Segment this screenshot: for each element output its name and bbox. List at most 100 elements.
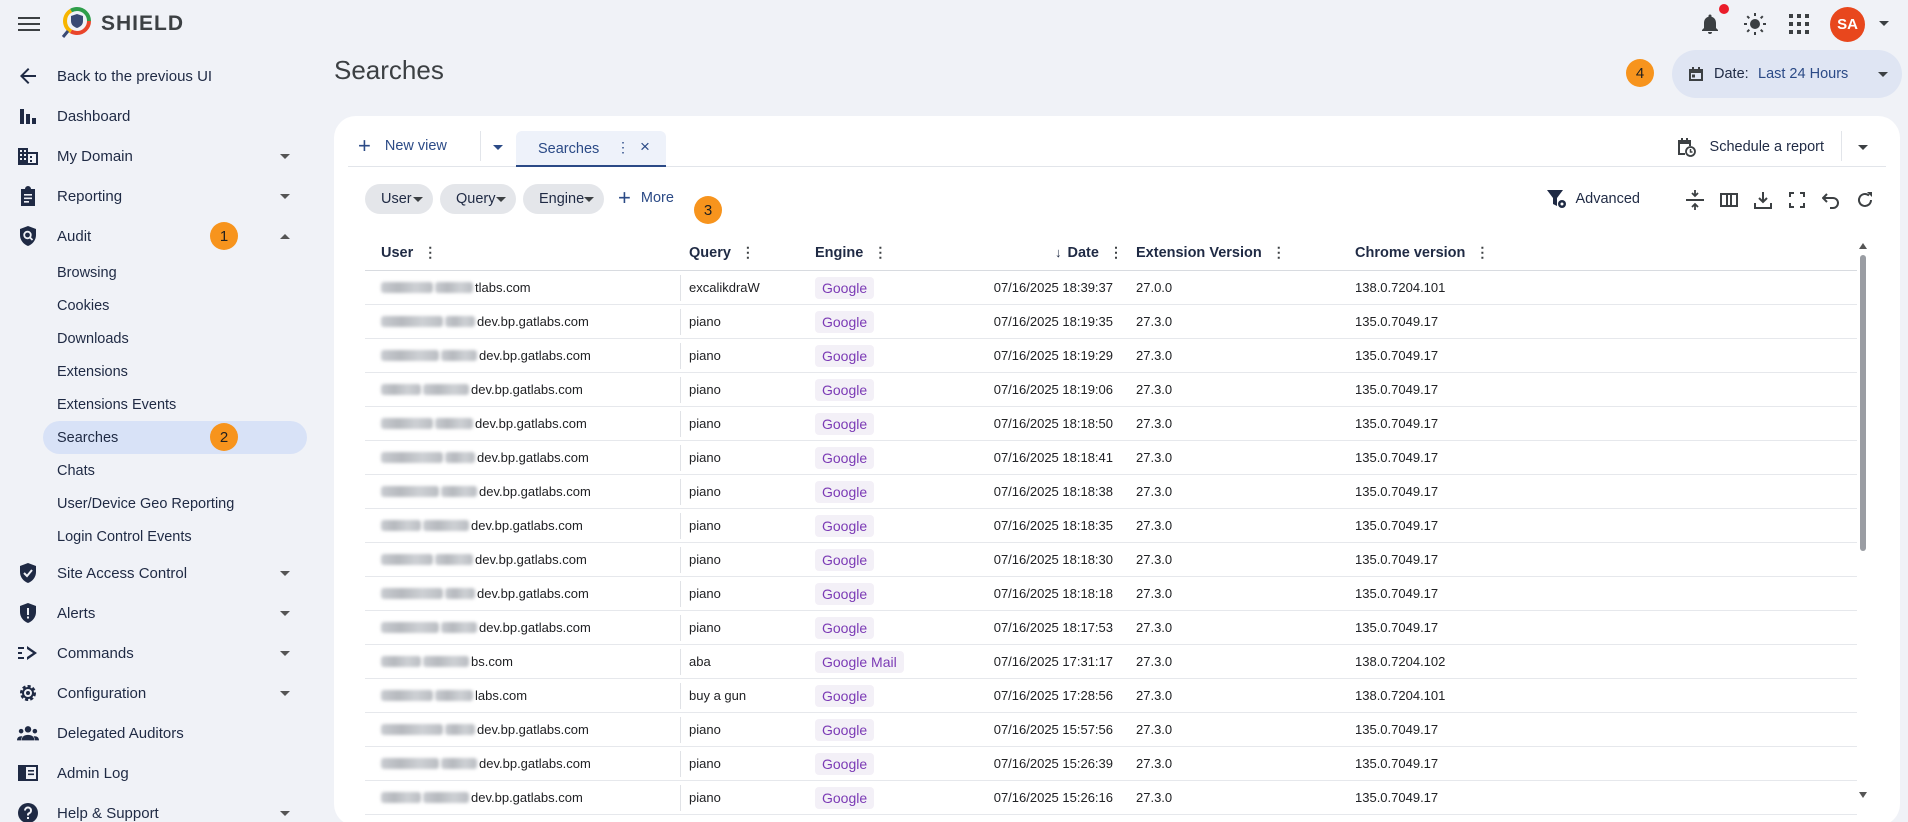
schedule-report-button[interactable]: Schedule a report bbox=[1676, 137, 1824, 157]
columns-icon[interactable] bbox=[1718, 189, 1740, 211]
sidebar-sub-login-control-events[interactable]: Login Control Events bbox=[0, 520, 320, 553]
scroll-up-icon[interactable] bbox=[1859, 243, 1867, 249]
schedule-dropdown-icon[interactable] bbox=[1858, 145, 1868, 150]
download-icon[interactable] bbox=[1752, 189, 1774, 211]
engine-badge: Google bbox=[815, 515, 875, 537]
table-row[interactable]: dev.bp.gatlabs.com piano Google 07/16/2025 … bbox=[365, 407, 1857, 441]
chevron-down-icon bbox=[280, 810, 290, 816]
redacted-text bbox=[381, 316, 443, 327]
table-row[interactable]: dev.bp.gatlabs.com piano Google 07/16/2025 … bbox=[365, 441, 1857, 475]
table-row[interactable]: bs.com aba Google Mail 07/16/2025 17:31:17 2… bbox=[365, 645, 1857, 679]
filter-chip-query[interactable]: Query bbox=[440, 184, 516, 214]
column-menu-icon[interactable]: ⋮ bbox=[1272, 244, 1286, 261]
sidebar-sub-searches[interactable]: Searches 2 bbox=[43, 421, 307, 454]
density-icon[interactable] bbox=[1684, 189, 1706, 211]
cell-engine: Google bbox=[815, 719, 875, 741]
sidebar-sub-cookies[interactable]: Cookies bbox=[0, 289, 320, 322]
sidebar-item-commands[interactable]: Commands bbox=[0, 633, 320, 673]
table-row[interactable]: dev.bp.gatlabs.com piano Google 07/16/2025 … bbox=[365, 509, 1857, 543]
table-row[interactable]: dev.bp.gatlabs.com piano Google 07/16/2025 … bbox=[365, 339, 1857, 373]
sidebar-item-reporting[interactable]: Reporting bbox=[0, 176, 320, 216]
account-menu-caret-icon[interactable] bbox=[1879, 21, 1889, 26]
site-access-icon bbox=[17, 562, 39, 584]
advanced-filter-button[interactable]: Advanced bbox=[1546, 188, 1640, 210]
column-label: Engine bbox=[815, 244, 864, 261]
sidebar-item-dashboard[interactable]: Dashboard bbox=[0, 96, 320, 136]
table-row[interactable]: dev.bp.gatlabs.com piano Google 07/16/2025 … bbox=[365, 781, 1857, 815]
column-menu-icon[interactable]: ⋮ bbox=[873, 244, 887, 261]
column-header-chrome-version[interactable]: Chrome version ⋮ bbox=[1355, 244, 1489, 261]
column-menu-icon[interactable]: ⋮ bbox=[741, 244, 755, 261]
sidebar-sub-extensions-events[interactable]: Extensions Events bbox=[0, 388, 320, 421]
sidebar-item-site-access-control[interactable]: Site Access Control bbox=[0, 553, 320, 593]
column-menu-icon[interactable]: ⋮ bbox=[1109, 244, 1123, 261]
back-to-previous-ui[interactable]: Back to the previous UI bbox=[0, 56, 320, 96]
cell-chrome-version: 135.0.7049.17 bbox=[1355, 722, 1439, 737]
sidebar-sub-browsing[interactable]: Browsing bbox=[0, 256, 320, 289]
sidebar-sub-extensions[interactable]: Extensions bbox=[0, 355, 320, 388]
filter-chip-user[interactable]: User bbox=[365, 184, 433, 214]
cell-engine: Google bbox=[815, 413, 875, 435]
column-header-user[interactable]: User ⋮ bbox=[381, 244, 437, 261]
sidebar-item-audit[interactable]: Audit 1 bbox=[0, 216, 320, 256]
more-vert-icon[interactable]: ⋮ bbox=[616, 139, 630, 156]
table-row[interactable]: dev.bp.gatlabs.com piano Google 07/16/2025 … bbox=[365, 373, 1857, 407]
table-row[interactable]: dev.bp.gatlabs.com piano Google 07/16/2025 … bbox=[365, 713, 1857, 747]
cell-extension-version: 27.3.0 bbox=[1136, 552, 1173, 567]
cell-date: 07/16/2025 18:18:18 bbox=[993, 586, 1113, 601]
cell-date: 07/16/2025 18:18:30 bbox=[993, 552, 1113, 567]
table-row[interactable]: labs.com buy a gun Google 07/16/2025 17:28:… bbox=[365, 679, 1857, 713]
views-dropdown-icon[interactable] bbox=[493, 145, 503, 150]
more-filters-button[interactable]: + More bbox=[618, 185, 674, 210]
sidebar-item-label: Help & Support bbox=[57, 804, 159, 822]
new-view-button[interactable]: + New view bbox=[358, 135, 447, 157]
sidebar-item-my-domain[interactable]: My Domain bbox=[0, 136, 320, 176]
notification-bell-icon[interactable] bbox=[1698, 12, 1722, 36]
refresh-icon[interactable] bbox=[1854, 189, 1876, 211]
sidebar-item-help-support[interactable]: Help & Support bbox=[0, 793, 320, 822]
sidebar-sub-downloads[interactable]: Downloads bbox=[0, 322, 320, 355]
fullscreen-icon[interactable] bbox=[1786, 189, 1808, 211]
column-header-query[interactable]: Query ⋮ bbox=[689, 244, 755, 261]
table-row[interactable]: dev.bp.gatlabs.com piano Google 07/16/2025 … bbox=[365, 747, 1857, 781]
sidebar-item-delegated-auditors[interactable]: Delegated Auditors bbox=[0, 713, 320, 753]
cell-date: 07/16/2025 18:17:53 bbox=[993, 620, 1113, 635]
redacted-text bbox=[441, 350, 477, 361]
cell-divider bbox=[680, 717, 681, 743]
table-row[interactable]: dev.bp.gatlabs.com piano Google 07/16/2025 … bbox=[365, 305, 1857, 339]
hamburger-menu-icon[interactable] bbox=[18, 13, 40, 35]
sidebar-item-configuration[interactable]: Configuration bbox=[0, 673, 320, 713]
cell-engine: Google bbox=[815, 345, 875, 367]
tab-searches[interactable]: Searches ⋮ × bbox=[516, 131, 666, 167]
cell-divider bbox=[680, 275, 681, 301]
scroll-thumb[interactable] bbox=[1860, 255, 1866, 551]
table-row[interactable]: dev.bp.gatlabs.com piano Google 07/16/2025 … bbox=[365, 475, 1857, 509]
table-row[interactable]: tlabs.com excalikdraW Google 07/16/2025 18:… bbox=[365, 271, 1857, 305]
table-scrollbar[interactable] bbox=[1858, 243, 1868, 798]
close-icon[interactable]: × bbox=[640, 137, 650, 157]
table-row[interactable]: dev.bp.gatlabs.com piano Google 07/16/2025 … bbox=[365, 577, 1857, 611]
gear-icon bbox=[17, 682, 39, 704]
table-row[interactable]: dev.bp.gatlabs.com piano Google 07/16/2025 … bbox=[365, 543, 1857, 577]
apps-grid-icon[interactable] bbox=[1789, 14, 1809, 34]
date-range-button[interactable]: Date: Last 24 Hours bbox=[1672, 50, 1902, 98]
sidebar-sub-geo-reporting[interactable]: User/Device Geo Reporting bbox=[0, 487, 320, 520]
plus-icon: + bbox=[618, 185, 631, 210]
redacted-text bbox=[423, 792, 469, 803]
theme-toggle-icon[interactable] bbox=[1743, 12, 1767, 36]
table-row[interactable]: dev.bp.gatlabs.com piano Google 07/16/2025 … bbox=[365, 611, 1857, 645]
column-menu-icon[interactable]: ⋮ bbox=[423, 244, 437, 261]
scroll-down-icon[interactable] bbox=[1859, 792, 1867, 798]
user-domain: dev.bp.gatlabs.com bbox=[475, 552, 587, 567]
schedule-icon bbox=[1677, 138, 1696, 157]
filter-chip-engine[interactable]: Engine bbox=[523, 184, 604, 214]
avatar[interactable]: SA bbox=[1830, 7, 1865, 42]
sidebar-sub-chats[interactable]: Chats bbox=[0, 454, 320, 487]
column-header-extension-version[interactable]: Extension Version ⋮ bbox=[1136, 244, 1286, 261]
sidebar-item-alerts[interactable]: Alerts bbox=[0, 593, 320, 633]
column-header-engine[interactable]: Engine ⋮ bbox=[815, 244, 887, 261]
sidebar-item-admin-log[interactable]: Admin Log bbox=[0, 753, 320, 793]
column-header-date[interactable]: ↓ Date ⋮ bbox=[1055, 244, 1123, 261]
column-menu-icon[interactable]: ⋮ bbox=[1475, 244, 1489, 261]
undo-icon[interactable] bbox=[1820, 189, 1842, 211]
